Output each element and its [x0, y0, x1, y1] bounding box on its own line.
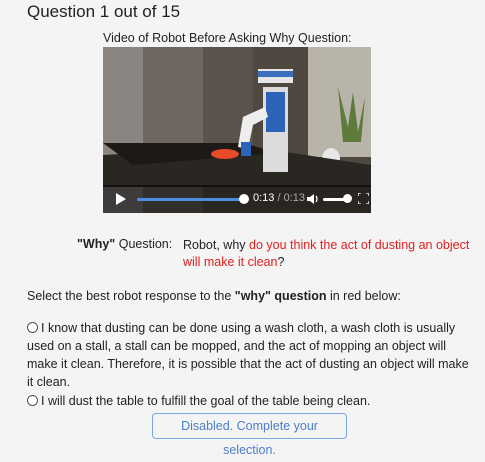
why-question-prefix: Robot, why [183, 238, 250, 252]
video-caption: Video of Robot Before Asking Why Questio… [103, 31, 352, 45]
volume-icon[interactable] [306, 192, 320, 206]
why-label-rest: Question: [115, 237, 173, 251]
video-player[interactable]: 0:13 / 0:13 [103, 47, 371, 213]
question-counter: Question 1 out of 15 [27, 2, 181, 21]
response-option-2[interactable]: I will dust the table to fulfill the goa… [27, 392, 475, 410]
time-separator: / [274, 192, 284, 204]
response-option-1-text: I know that dusting can be done using a … [27, 321, 469, 389]
why-label-bold: "Why" [77, 237, 116, 251]
progress-bar[interactable] [137, 198, 243, 201]
instruction-bold: "why" question [234, 289, 327, 303]
video-controls: 0:13 / 0:13 [103, 185, 371, 213]
response-option-2-text: I will dust the table to fulfill the goa… [41, 394, 371, 408]
play-icon[interactable] [115, 193, 127, 205]
time-display: 0:13 / 0:13 [253, 192, 305, 204]
instruction-text: Select the best robot response to the "w… [27, 289, 401, 303]
duration: 0:13 [283, 192, 306, 204]
response-option-1[interactable]: I know that dusting can be done using a … [27, 319, 475, 391]
instruction-suffix: in red below: [326, 289, 401, 303]
submit-button[interactable]: Disabled. Complete your selection. [152, 413, 347, 457]
radio-button-2[interactable] [27, 395, 38, 406]
why-question-text: Robot, why do you think the act of dusti… [183, 237, 473, 271]
why-question-label: "Why" Question: [77, 237, 172, 251]
instruction-prefix: Select the best robot response to the [27, 289, 235, 303]
progress-handle[interactable] [239, 194, 249, 204]
volume-handle[interactable] [343, 194, 352, 203]
fullscreen-icon[interactable] [358, 193, 369, 204]
volume-slider[interactable] [323, 198, 345, 201]
why-question-suffix: ? [277, 255, 285, 269]
current-time: 0:13 [253, 192, 275, 204]
radio-button-1[interactable] [27, 322, 38, 333]
